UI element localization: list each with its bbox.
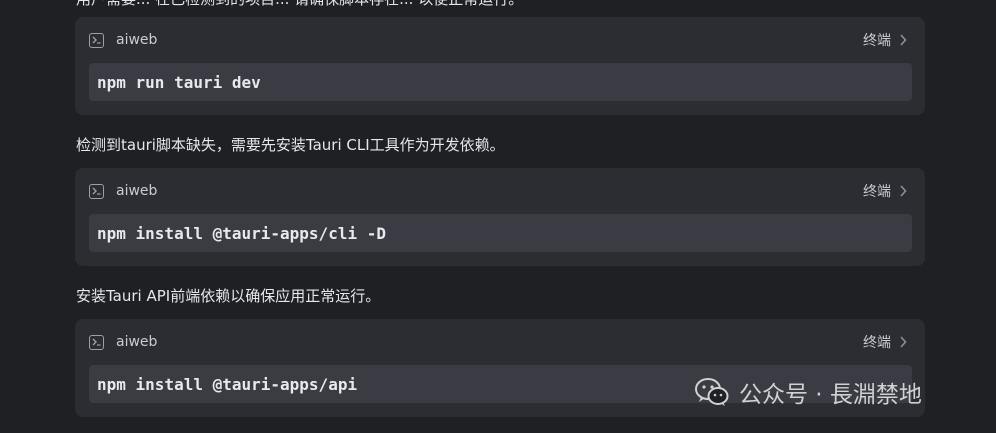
watermark: 公众号 · 長淵禁地 xyxy=(695,375,922,409)
command-card-2: aiweb 终端 npm install @tauri-apps/cli -D xyxy=(75,168,925,266)
command-card-header: aiweb 终端 xyxy=(89,29,911,51)
watermark-text: 公众号 · 長淵禁地 xyxy=(739,382,922,408)
chevron-right-icon xyxy=(899,184,911,198)
chat-page: 用户需要... 在已检测到的项目... 请确保脚本存在... 以便正常运行。 a… xyxy=(0,0,996,433)
previous-message-text: 用户需要... 在已检测到的项目... 请确保脚本存在... 以便正常运行。 xyxy=(76,0,523,9)
workspace-name: aiweb xyxy=(116,334,158,350)
command-text[interactable]: npm run tauri dev xyxy=(97,73,261,92)
command-card-1: aiweb 终端 npm run tauri dev xyxy=(75,17,925,115)
workspace-name: aiweb xyxy=(116,32,158,48)
chevron-right-icon xyxy=(899,33,911,47)
command-text[interactable]: npm install @tauri-apps/api xyxy=(97,375,357,394)
code-block[interactable]: npm install @tauri-apps/cli -D xyxy=(89,214,912,252)
workspace-name: aiweb xyxy=(116,183,158,199)
command-card-header: aiweb 终端 xyxy=(89,331,911,353)
open-terminal-button[interactable]: 终端 xyxy=(863,181,911,201)
terminal-label: 终端 xyxy=(863,335,891,351)
wechat-icon xyxy=(695,378,729,406)
terminal-icon xyxy=(89,32,104,48)
explanation-text-1: 检测到tauri脚本缺失，需要先安装Tauri CLI工具作为开发依赖。 xyxy=(76,136,505,154)
terminal-icon xyxy=(89,183,104,199)
terminal-label: 终端 xyxy=(863,33,891,49)
code-block[interactable]: npm run tauri dev xyxy=(89,63,912,101)
chevron-right-icon xyxy=(899,335,911,349)
command-text[interactable]: npm install @tauri-apps/cli -D xyxy=(97,224,386,243)
open-terminal-button[interactable]: 终端 xyxy=(863,30,911,50)
explanation-text-2: 安装Tauri API前端依赖以确保应用正常运行。 xyxy=(76,287,381,305)
command-card-header: aiweb 终端 xyxy=(89,180,911,202)
terminal-label: 终端 xyxy=(863,184,891,200)
open-terminal-button[interactable]: 终端 xyxy=(863,332,911,352)
terminal-icon xyxy=(89,334,104,350)
